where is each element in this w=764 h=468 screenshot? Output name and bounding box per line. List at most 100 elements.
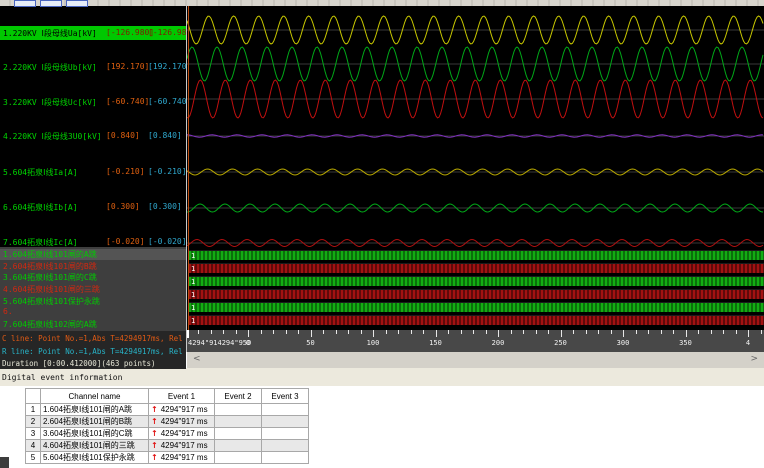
ruler-tick: [698, 330, 699, 334]
toolbar-button-1[interactable]: [14, 0, 36, 7]
ruler-tick: [735, 330, 737, 334]
ruler-tick: [648, 330, 649, 334]
ruler-origin-label: 4294"914294"950: [188, 339, 252, 347]
event1-time: 4294"917 ms: [160, 453, 208, 462]
table-row[interactable]: 5 5.604拓泉Ⅰ线101保护永跳 ↑ 4294"917 ms: [25, 451, 309, 464]
analog-waveforms: [187, 15, 764, 248]
ruler-tick: [273, 330, 274, 334]
digital-event-table: Channel name Event 1 Event 2 Event 3 1 1…: [25, 388, 309, 464]
ruler-tick: [323, 330, 324, 334]
table-row[interactable]: 1 1.604拓泉Ⅰ线101闸的A跳 ↑ 4294"917 ms: [25, 403, 309, 416]
ruler-tick: [260, 330, 262, 334]
analog-channel-2[interactable]: 2.220KV Ⅰ段母线Ub[kV] [192.170] [192.170]: [0, 62, 191, 74]
app-window: 1.220KV Ⅰ段母线Ua[kV] [-126.980] [-126.980]…: [0, 0, 764, 468]
scroll-right-icon[interactable]: >: [750, 354, 758, 364]
c-cursor-value: [-0.020]: [106, 237, 145, 246]
ruler-tick: [373, 330, 374, 337]
ruler-tick-label: 150: [429, 339, 442, 347]
row-num: 4: [25, 439, 41, 452]
row-num: 1: [25, 403, 41, 416]
row-event1: ↑ 4294"917 ms: [148, 427, 215, 440]
row-event1: ↑ 4294"917 ms: [148, 451, 215, 464]
ruler-tick: [223, 330, 224, 334]
channel-label: 6.604拓泉Ⅰ线Ib[A]: [3, 203, 78, 212]
digital-channel-1[interactable]: 1.604拓泉Ⅰ线101闸的A跳: [0, 249, 186, 260]
ruler-tick: [285, 330, 287, 334]
ruler-tick: [485, 330, 487, 334]
row-event2: [214, 415, 262, 428]
ruler-tick: [348, 330, 349, 334]
ruler-tick: [710, 330, 712, 334]
panel-divider: [186, 6, 187, 352]
scroll-left-icon[interactable]: <: [193, 354, 201, 364]
row-event3: [261, 451, 309, 464]
duration-status: Duration [0:00.412000](463 points): [2, 359, 156, 368]
ruler-tick-label: 4: [745, 339, 751, 347]
event-up-arrow-icon: ↑: [151, 453, 158, 462]
ruler-tick-label: 100: [366, 339, 380, 347]
digital-channel-2[interactable]: 2.604拓泉Ⅰ线101闸的B跳: [0, 261, 186, 272]
table-row[interactable]: 2 2.604拓泉Ⅰ线101闸的B跳 ↑ 4294"917 ms: [25, 415, 309, 428]
digital-channel-5[interactable]: 5.604拓泉Ⅰ线101保护永跳: [0, 296, 186, 307]
table-row[interactable]: 4 4.604拓泉Ⅰ线101闸的三跳 ↑ 4294"917 ms: [25, 439, 309, 452]
ruler-tick: [685, 330, 687, 337]
ruler-tick: [510, 330, 512, 334]
r-line-status: R line: Point No.=1,Abs T=4294917ms, Rel…: [2, 347, 186, 356]
analog-channel-4[interactable]: 4.220KV Ⅰ段母线3U0[kV] [0.840] [0.840]: [0, 131, 186, 143]
digital-channel-3[interactable]: 3.604拓泉Ⅰ线101闸的C跳: [0, 272, 186, 283]
ruler-tick: [523, 330, 524, 334]
time-ruler[interactable]: 4294"914294"950 0 50 100 150 200 250 300 350 4: [187, 330, 764, 352]
analog-channel-3[interactable]: 3.220KV Ⅰ段母线Uc[kV] [-60.740] [-60.740]: [0, 97, 191, 109]
c-cursor-value: [192.170]: [106, 62, 150, 71]
ruler-tick: [673, 330, 674, 334]
ruler-tick: [248, 330, 249, 337]
table-row[interactable]: 3 3.604拓泉Ⅰ线101闸的C跳 ↑ 4294"917 ms: [25, 427, 309, 440]
header-event1: Event 1: [148, 388, 215, 404]
ruler-tick-label: 50: [306, 339, 315, 347]
ruler-tick: [585, 330, 587, 334]
toolbar-button-3[interactable]: [66, 0, 88, 7]
digital-state-bar-6: 1: [189, 315, 764, 325]
ruler-tick: [310, 330, 312, 337]
ruler-tick: [748, 330, 749, 337]
scroll-corner: [0, 457, 9, 468]
event-section-title: Digital event information: [2, 373, 123, 382]
analog-channel-5[interactable]: 5.604拓泉Ⅰ线Ia[A] [-0.210] [-0.210]: [0, 167, 187, 179]
row-channel-name: 3.604拓泉Ⅰ线101闸的C跳: [40, 427, 149, 440]
ruler-tick-label: 250: [554, 339, 567, 347]
row-num: 2: [25, 415, 41, 428]
digital-channel-4[interactable]: 4.604拓泉Ⅰ线101闸的三跳: [0, 284, 186, 295]
row-num: 5: [25, 451, 41, 464]
horizontal-scrollbar[interactable]: < >: [187, 352, 764, 368]
event-up-arrow-icon: ↑: [151, 405, 158, 414]
ruler-tick: [598, 330, 599, 334]
analog-channel-1[interactable]: 1.220KV Ⅰ段母线Ua[kV] [-126.980] [-126.980]: [0, 28, 196, 40]
row-event2: [214, 439, 262, 452]
c-cursor-value: [-0.210]: [106, 167, 145, 176]
channel-label: 2.220KV Ⅰ段母线Ub[kV]: [3, 63, 97, 72]
time-cursor-line[interactable]: [188, 6, 189, 330]
digital-state-bar-1: 1: [189, 250, 764, 260]
row-event2: [214, 403, 262, 416]
ruler-cursor-marker: [187, 330, 189, 338]
c-cursor-value: [0.300]: [106, 202, 140, 211]
ruler-tick: [560, 330, 562, 337]
c-cursor-value: [-60.740]: [106, 97, 150, 106]
event1-time: 4294"917 ms: [160, 429, 208, 438]
ruler-tick: [498, 330, 499, 337]
waveform-plot[interactable]: 1 1 1 1 1 1 4294"914294"950 0 50 100 150 200 250 30…: [187, 6, 764, 352]
digital-state-bar-3: 1: [189, 276, 764, 286]
digital-state-bar-4: 1: [189, 289, 764, 299]
waveform-panel: 1.220KV Ⅰ段母线Ua[kV] [-126.980] [-126.980]…: [0, 6, 764, 352]
channel-label: 1.220KV Ⅰ段母线Ua[kV]: [3, 29, 97, 38]
digital-channel-7[interactable]: 7.604拓泉Ⅰ线102闸的A跳: [0, 319, 186, 330]
row-event2: [214, 451, 262, 464]
header-num: [25, 388, 41, 404]
ruler-tick: [298, 330, 299, 334]
ruler-tick-label: 300: [616, 339, 630, 347]
toolbar-button-2[interactable]: [40, 0, 62, 7]
analog-channel-6[interactable]: 6.604拓泉Ⅰ线Ib[A] [0.300] [0.300]: [0, 202, 186, 214]
digital-channel-6[interactable]: 6.: [0, 307, 186, 318]
event-up-arrow-icon: ↑: [151, 441, 158, 450]
ruler-tick: [460, 330, 462, 334]
